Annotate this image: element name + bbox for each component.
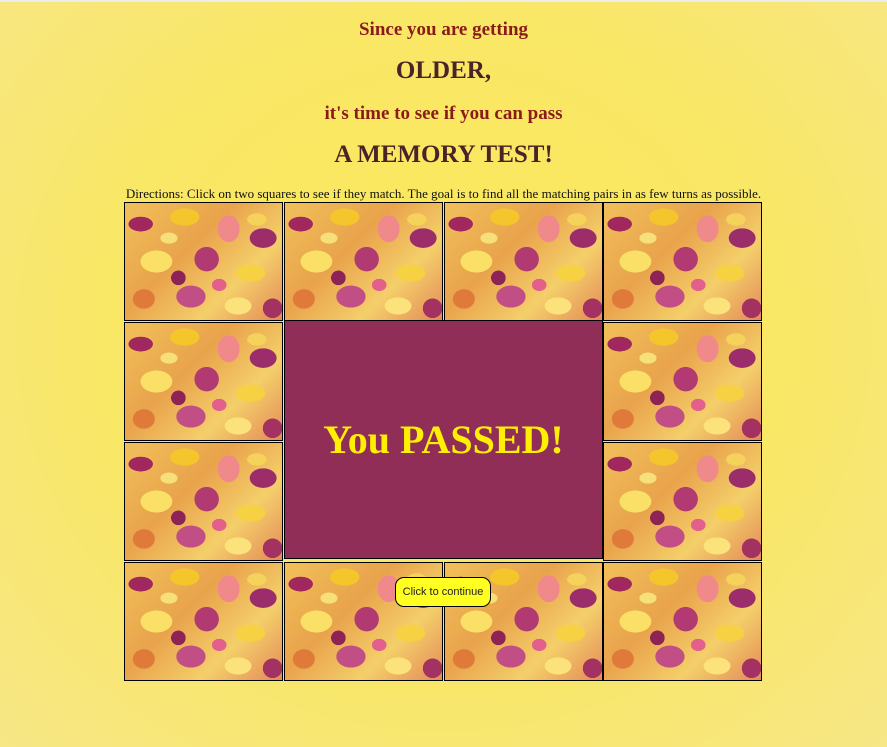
memory-tile[interactable] [124,442,283,561]
memory-tile[interactable] [124,202,283,321]
memory-tile[interactable] [603,442,762,561]
memory-tile[interactable] [603,322,762,441]
header-line-4: A MEMORY TEST! [334,141,553,168]
memory-tile[interactable] [603,562,762,681]
header-line-1: Since you are getting [358,19,529,40]
memory-tile[interactable] [444,202,603,321]
header-line-2: OLDER, [395,57,492,84]
directions-text: Directions: Click on two squares to see … [125,186,762,201]
memory-tile[interactable] [284,202,443,321]
memory-tile[interactable] [124,562,283,681]
continue-button[interactable]: Click to continue [395,577,491,607]
top-border [0,0,887,2]
result-panel: You PASSED! [284,320,603,559]
result-message: You PASSED! [323,417,564,462]
header-line-3: it's time to see if you can pass [324,103,563,124]
memory-tile[interactable] [124,322,283,441]
memory-tile[interactable] [603,202,762,321]
